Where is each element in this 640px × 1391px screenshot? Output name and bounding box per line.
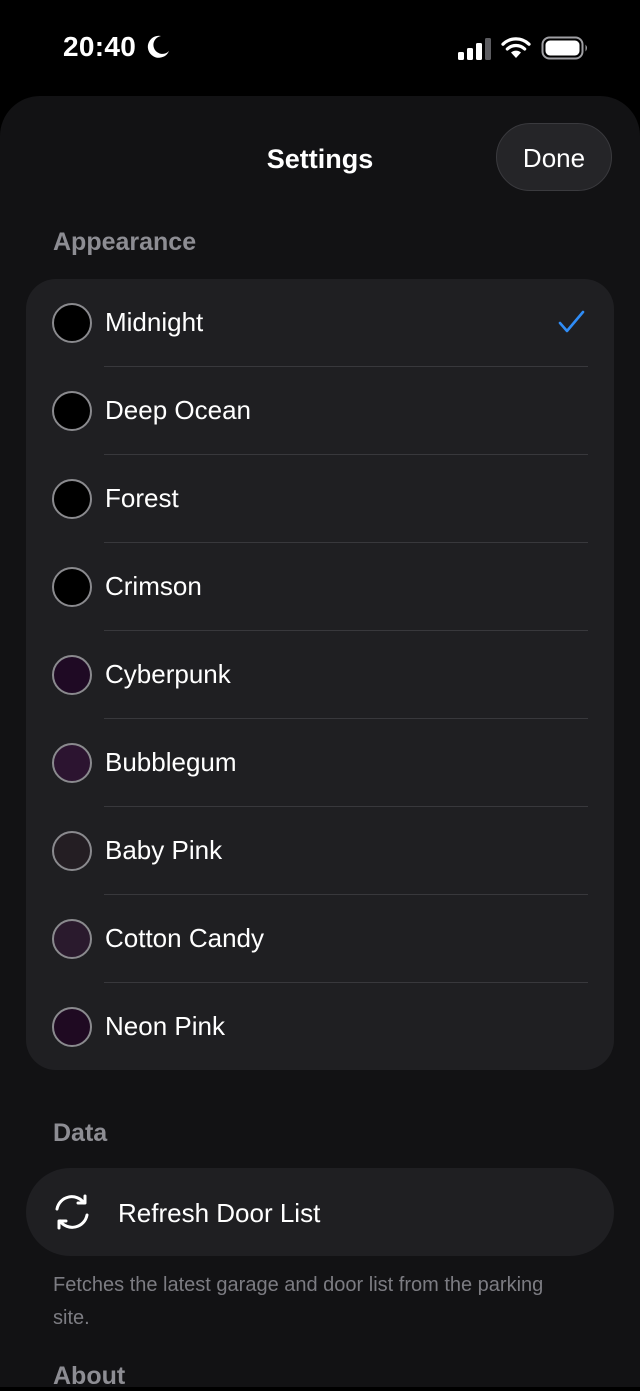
theme-swatch: [52, 1007, 92, 1047]
theme-option-crimson[interactable]: Crimson: [26, 543, 614, 631]
theme-swatch: [52, 479, 92, 519]
settings-sheet: Settings Done Appearance Midnight Deep Oc…: [0, 96, 640, 1390]
refresh-door-list-label: Refresh Door List: [118, 1198, 321, 1228]
theme-option-baby-pink[interactable]: Baby Pink: [26, 807, 614, 895]
theme-swatch: [52, 919, 92, 959]
theme-label: Cotton Candy: [105, 923, 264, 953]
theme-label: Midnight: [105, 307, 204, 337]
theme-option-forest[interactable]: Forest: [26, 455, 614, 543]
theme-swatch: [52, 831, 92, 871]
refresh-icon: [55, 1194, 89, 1230]
status-bar: 20:40: [0, 0, 640, 96]
theme-label: Cyberpunk: [105, 659, 231, 689]
refresh-footnote: Fetches the latest garage and door list …: [53, 1274, 544, 1329]
refresh-door-list-button[interactable]: Refresh Door List: [26, 1168, 614, 1256]
cellular-signal-icon: [458, 38, 491, 60]
section-header-data: Data: [53, 1119, 108, 1147]
theme-swatch: [52, 391, 92, 431]
theme-option-cyberpunk[interactable]: Cyberpunk: [26, 631, 614, 719]
status-time: 20:40: [63, 31, 137, 62]
theme-label: Neon Pink: [105, 1011, 225, 1041]
theme-swatch: [52, 303, 92, 343]
theme-list: Midnight Deep Ocean Forest Crimson Cyberpunk…: [26, 279, 614, 1070]
theme-option-bubblegum[interactable]: Bubblegum: [26, 719, 614, 807]
theme-label: Forest: [105, 483, 179, 513]
moon-icon: [147, 35, 169, 58]
theme-label: Crimson: [105, 571, 202, 601]
theme-swatch: [52, 655, 92, 695]
section-header-appearance: Appearance: [53, 228, 197, 256]
theme-label: Bubblegum: [105, 747, 237, 777]
theme-label: Baby Pink: [105, 835, 223, 865]
done-button[interactable]: Done: [496, 123, 612, 191]
wifi-icon: [501, 37, 531, 58]
theme-option-neon-pink[interactable]: Neon Pink: [26, 983, 614, 1071]
theme-option-cotton-candy[interactable]: Cotton Candy: [26, 895, 614, 983]
theme-swatch: [52, 743, 92, 783]
theme-label: Deep Ocean: [105, 395, 251, 425]
theme-option-deep-ocean[interactable]: Deep Ocean: [26, 367, 614, 455]
battery-icon: [541, 36, 587, 60]
checkmark-icon: [558, 310, 585, 333]
theme-swatch: [52, 567, 92, 607]
theme-option-midnight[interactable]: Midnight: [26, 279, 614, 367]
